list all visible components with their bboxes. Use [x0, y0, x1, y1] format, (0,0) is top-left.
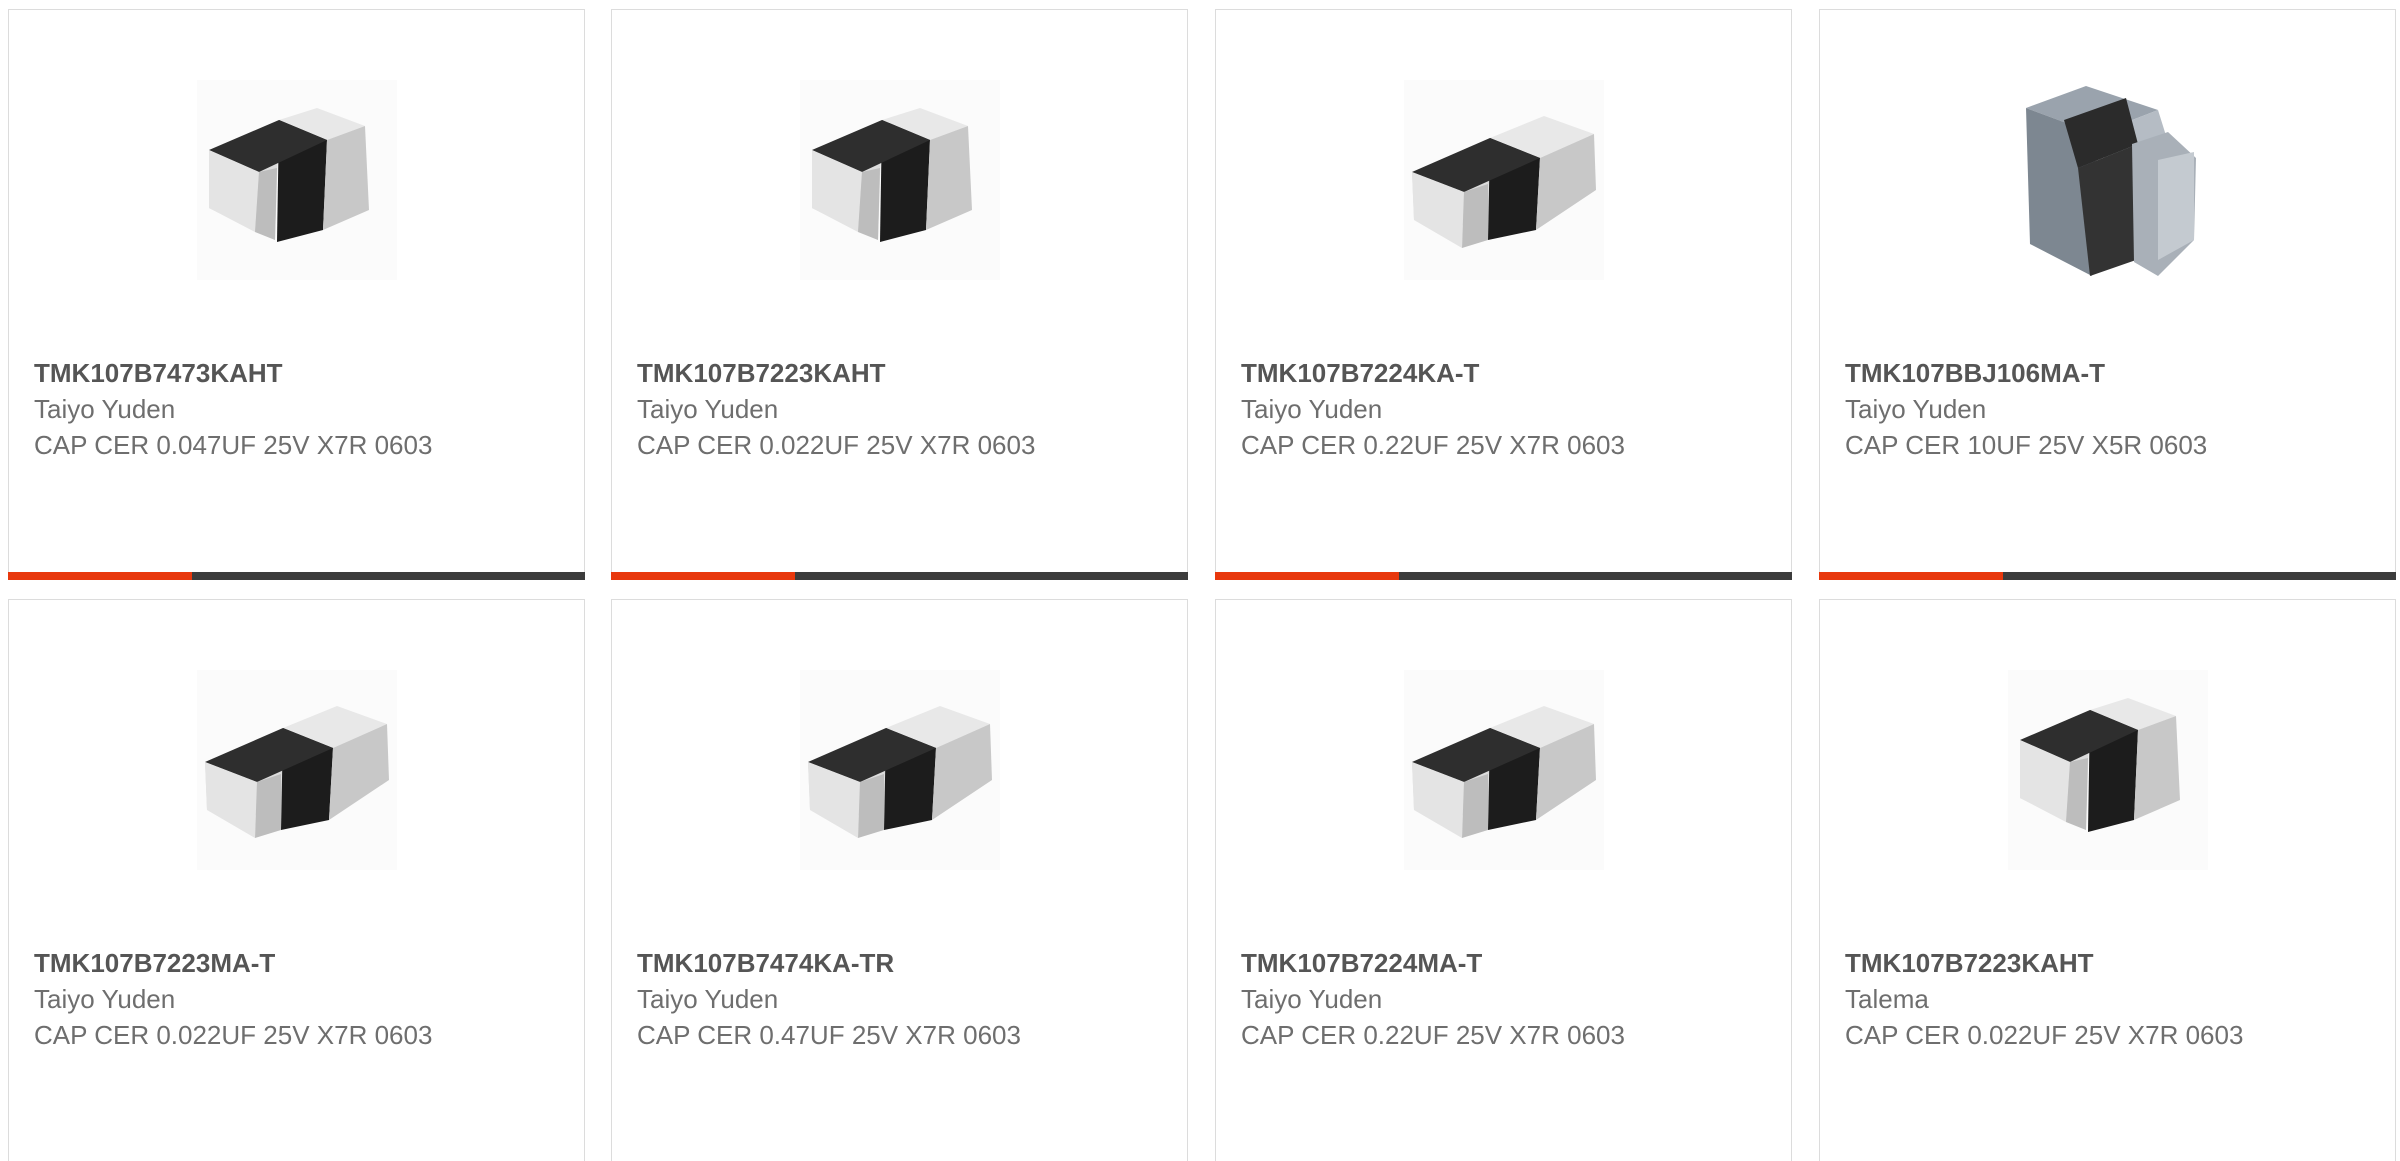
manufacturer: Taiyo Yuden [1241, 984, 1383, 1014]
ceramic-capacitor-chip-icon [1403, 670, 1604, 870]
part-number[interactable]: TMK107B7223KAHT [637, 355, 1057, 391]
product-grid: TMK107B7473KAHT Taiyo Yuden CAP CER 0.04… [0, 0, 2400, 1161]
part-number[interactable]: TMK107B7224KA-T [1241, 355, 1661, 391]
card-bottom-bar [8, 572, 585, 580]
product-image[interactable] [612, 665, 1187, 875]
product-image[interactable] [9, 665, 584, 875]
product-image[interactable] [1216, 75, 1791, 285]
description: CAP CER 0.047UF 25V X7R 0603 [34, 430, 433, 460]
description: CAP CER 0.22UF 25V X7R 0603 [1241, 1020, 1625, 1050]
part-number[interactable]: TMK107B7474KA-TR [637, 945, 1057, 981]
description: CAP CER 10UF 25V X5R 0603 [1845, 430, 2208, 460]
ceramic-capacitor-chip-icon [196, 80, 397, 280]
product-card[interactable]: TMK107B7223KAHT Taiyo Yuden CAP CER 0.02… [611, 9, 1188, 580]
card-accent [611, 572, 795, 580]
description: CAP CER 0.022UF 25V X7R 0603 [1845, 1020, 2244, 1050]
ceramic-capacitor-chip-icon [1403, 80, 1604, 280]
description: CAP CER 0.47UF 25V X7R 0603 [637, 1020, 1021, 1050]
ceramic-capacitor-chip-icon [196, 670, 397, 870]
description: CAP CER 0.22UF 25V X7R 0603 [1241, 430, 1625, 460]
product-card[interactable]: TMK107B7223KAHT Talema CAP CER 0.022UF 2… [1819, 599, 2396, 1161]
product-card[interactable]: TMK107B7474KA-TR Taiyo Yuden CAP CER 0.4… [611, 599, 1188, 1161]
manufacturer: Taiyo Yuden [637, 984, 779, 1014]
product-image[interactable] [612, 75, 1187, 285]
ceramic-capacitor-cube-icon [2007, 80, 2208, 280]
card-accent [8, 572, 192, 580]
manufacturer: Taiyo Yuden [1845, 394, 1987, 424]
product-image[interactable] [9, 75, 584, 285]
part-number[interactable]: TMK107BBJ106MA-T [1845, 355, 2265, 391]
card-bottom-bar [1819, 572, 2396, 580]
product-image[interactable] [1216, 665, 1791, 875]
manufacturer: Taiyo Yuden [637, 394, 779, 424]
part-number[interactable]: TMK107B7223KAHT [1845, 945, 2265, 981]
card-bottom-bar [611, 572, 1188, 580]
manufacturer: Taiyo Yuden [1241, 394, 1383, 424]
card-bottom-bar [1215, 572, 1792, 580]
product-card[interactable]: TMK107B7223MA-T Taiyo Yuden CAP CER 0.02… [8, 599, 585, 1161]
card-accent [1819, 572, 2003, 580]
part-number[interactable]: TMK107B7473KAHT [34, 355, 454, 391]
product-card[interactable]: TMK107BBJ106MA-T Taiyo Yuden CAP CER 10U… [1819, 9, 2396, 580]
product-card[interactable]: TMK107B7473KAHT Taiyo Yuden CAP CER 0.04… [8, 9, 585, 580]
ceramic-capacitor-chip-icon [799, 80, 1000, 280]
manufacturer: Taiyo Yuden [34, 984, 176, 1014]
product-card[interactable]: TMK107B7224MA-T Taiyo Yuden CAP CER 0.22… [1215, 599, 1792, 1161]
part-number[interactable]: TMK107B7223MA-T [34, 945, 454, 981]
part-number[interactable]: TMK107B7224MA-T [1241, 945, 1661, 981]
product-image[interactable] [1820, 665, 2395, 875]
card-accent [1215, 572, 1399, 580]
product-image[interactable] [1820, 75, 2395, 285]
ceramic-capacitor-chip-icon [2007, 670, 2208, 870]
manufacturer: Taiyo Yuden [34, 394, 176, 424]
description: CAP CER 0.022UF 25V X7R 0603 [637, 430, 1036, 460]
ceramic-capacitor-chip-icon [799, 670, 1000, 870]
product-card[interactable]: TMK107B7224KA-T Taiyo Yuden CAP CER 0.22… [1215, 9, 1792, 580]
manufacturer: Talema [1845, 984, 1929, 1014]
description: CAP CER 0.022UF 25V X7R 0603 [34, 1020, 433, 1050]
